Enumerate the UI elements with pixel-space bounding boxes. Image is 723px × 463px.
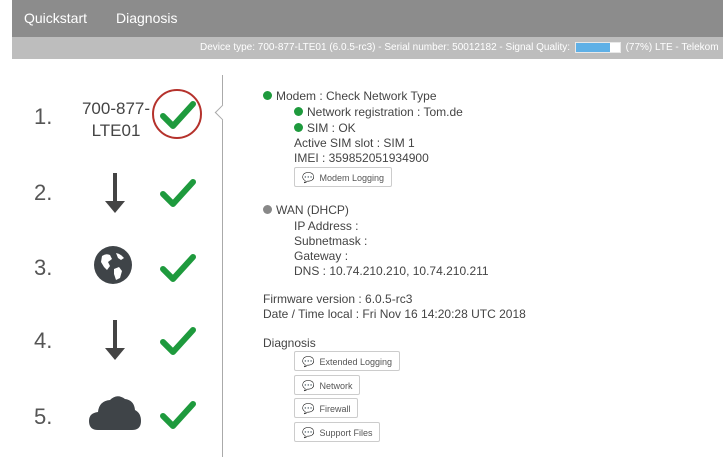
steps-divider [222,75,223,457]
support-files-label: Support Files [319,428,373,438]
step-3-number: 3. [34,255,53,280]
comment-icon: 💬 [302,381,315,392]
tab-diagnosis[interactable]: Diagnosis [116,0,177,37]
wan-dns: DNS : 10.74.210.210, 10.74.210.211 [294,264,489,278]
network-registration: Network registration : Tom.de [294,105,463,119]
step-5-number: 5. [34,404,53,429]
app-frame: Quickstart Diagnosis Device type: 700-87… [12,0,723,463]
comment-icon: 💬 [302,428,315,439]
tab-quickstart[interactable]: Quickstart [24,0,87,37]
check-icon [160,254,196,282]
support-files-button[interactable]: 💬 Support Files [294,422,381,442]
selected-step-pointer [214,104,231,121]
firmware-version: Firmware version : 6.0.5-rc3 [263,292,413,306]
comment-icon: 💬 [302,357,315,368]
step-1-device-label: 700-877- LTE01 [73,98,159,142]
globe-icon [94,246,132,284]
check-icon [160,101,196,129]
device-info-text: Device type: 700-877-LTE01 (6.0.5-rc3) -… [200,37,723,59]
modem-logging-label: Modem Logging [319,173,384,183]
date-time-local: Date / Time local : Fri Nov 16 14:20:28 … [263,307,526,321]
signal-quality-bar [574,41,621,53]
status-dot-green [294,123,303,132]
check-icon [160,327,196,355]
top-navigation: Quickstart Diagnosis [12,0,723,37]
comment-icon: 💬 [302,404,315,415]
arrow-down-icon [105,173,125,213]
extended-logging-label: Extended Logging [319,357,393,367]
firewall-button[interactable]: 💬 Firewall [294,398,359,418]
check-icon [160,401,196,429]
extended-logging-button[interactable]: 💬 Extended Logging [294,351,401,371]
device-info-prefix: Device type: 700-877-LTE01 (6.0.5-rc3) -… [200,42,571,53]
wan-status: WAN (DHCP) [263,203,349,217]
device-info-bar: Device type: 700-877-LTE01 (6.0.5-rc3) -… [12,37,723,59]
active-sim-slot: Active SIM slot : SIM 1 [294,136,415,150]
arrow-down-icon [105,320,125,360]
status-dot-green [294,107,303,116]
imei: IMEI : 359852051934900 [294,151,429,165]
network-button[interactable]: 💬 Network [294,375,361,395]
cloud-icon [89,396,141,430]
sim-status: SIM : OK [294,121,356,135]
step-1-label-line1: 700-877- [81,99,151,118]
step-4-number: 4. [34,328,53,353]
status-dot-gray [263,205,272,214]
comment-icon: 💬 [302,173,315,184]
device-info-suffix: (77%) LTE - Telekom [625,42,719,53]
modem-status: Modem : Check Network Type [263,89,437,103]
modem-title: Modem : Check Network Type [276,89,437,103]
diagnosis-title: Diagnosis [263,336,316,350]
wan-subnetmask: Subnetmask : [294,234,368,248]
step-2-number: 2. [34,180,53,205]
check-icon [160,179,196,207]
sim-status-text: SIM : OK [307,121,356,135]
wan-ip-address: IP Address : [294,219,359,233]
wan-gateway: Gateway : [294,249,349,263]
firewall-label: Firewall [319,404,351,414]
signal-quality-fill [575,42,610,52]
step-1-label-line2: LTE01 [91,121,141,140]
status-dot-green [263,91,272,100]
step-1-number: 1. [34,104,53,129]
network-registration-text: Network registration : Tom.de [307,105,463,119]
wan-title: WAN (DHCP) [276,203,349,217]
network-label: Network [319,381,353,391]
modem-logging-button[interactable]: 💬 Modem Logging [294,167,392,187]
